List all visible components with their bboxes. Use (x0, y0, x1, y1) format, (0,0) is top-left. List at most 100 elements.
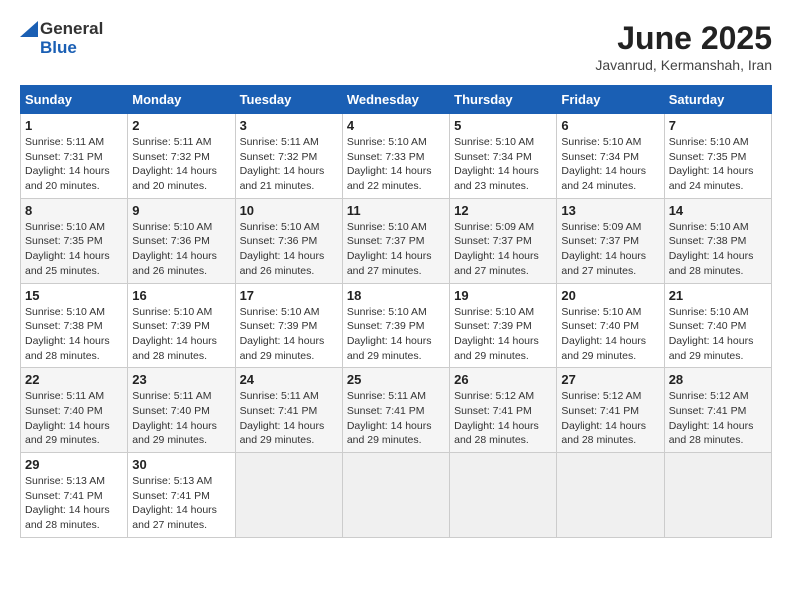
weekday-header-friday: Friday (557, 86, 664, 114)
calendar-day-cell: 2 Sunrise: 5:11 AM Sunset: 7:32 PM Dayli… (128, 114, 235, 199)
sunset-text: Sunset: 7:38 PM (669, 235, 747, 247)
empty-cell (450, 453, 557, 538)
sunset-text: Sunset: 7:39 PM (132, 320, 210, 332)
daylight-text: Daylight: 14 hours and 29 minutes. (347, 335, 432, 362)
page-header: General Blue June 2025 Javanrud, Kermans… (20, 20, 772, 73)
daylight-text: Daylight: 14 hours and 28 minutes. (561, 420, 646, 447)
day-number: 17 (240, 288, 338, 303)
sunrise-text: Sunrise: 5:10 AM (240, 306, 320, 318)
day-number: 25 (347, 372, 445, 387)
weekday-header-thursday: Thursday (450, 86, 557, 114)
calendar-day-cell: 21 Sunrise: 5:10 AM Sunset: 7:40 PM Dayl… (664, 283, 771, 368)
location-subtitle: Javanrud, Kermanshah, Iran (595, 57, 772, 73)
day-number: 4 (347, 118, 445, 133)
sunrise-text: Sunrise: 5:12 AM (561, 390, 641, 402)
calendar-day-cell: 4 Sunrise: 5:10 AM Sunset: 7:33 PM Dayli… (342, 114, 449, 199)
sunrise-text: Sunrise: 5:10 AM (25, 221, 105, 233)
sunrise-text: Sunrise: 5:10 AM (669, 136, 749, 148)
day-number: 15 (25, 288, 123, 303)
sunset-text: Sunset: 7:33 PM (347, 151, 425, 163)
sunrise-text: Sunrise: 5:10 AM (669, 221, 749, 233)
day-info: Sunrise: 5:10 AM Sunset: 7:33 PM Dayligh… (347, 135, 445, 194)
calendar-day-cell: 22 Sunrise: 5:11 AM Sunset: 7:40 PM Dayl… (21, 368, 128, 453)
daylight-text: Daylight: 14 hours and 29 minutes. (669, 335, 754, 362)
calendar-day-cell: 23 Sunrise: 5:11 AM Sunset: 7:40 PM Dayl… (128, 368, 235, 453)
sunrise-text: Sunrise: 5:09 AM (454, 221, 534, 233)
daylight-text: Daylight: 14 hours and 25 minutes. (25, 250, 110, 277)
sunrise-text: Sunrise: 5:12 AM (454, 390, 534, 402)
sunrise-text: Sunrise: 5:12 AM (669, 390, 749, 402)
day-info: Sunrise: 5:10 AM Sunset: 7:38 PM Dayligh… (25, 305, 123, 364)
day-number: 29 (25, 457, 123, 472)
weekday-header-sunday: Sunday (21, 86, 128, 114)
day-number: 16 (132, 288, 230, 303)
daylight-text: Daylight: 14 hours and 20 minutes. (132, 165, 217, 192)
day-number: 14 (669, 203, 767, 218)
day-number: 19 (454, 288, 552, 303)
day-info: Sunrise: 5:12 AM Sunset: 7:41 PM Dayligh… (669, 389, 767, 448)
daylight-text: Daylight: 14 hours and 24 minutes. (561, 165, 646, 192)
daylight-text: Daylight: 14 hours and 29 minutes. (132, 420, 217, 447)
calendar-week-row: 22 Sunrise: 5:11 AM Sunset: 7:40 PM Dayl… (21, 368, 772, 453)
calendar-day-cell: 1 Sunrise: 5:11 AM Sunset: 7:31 PM Dayli… (21, 114, 128, 199)
sunset-text: Sunset: 7:41 PM (132, 490, 210, 502)
logo-wrap: General Blue (20, 20, 103, 57)
sunset-text: Sunset: 7:41 PM (561, 405, 639, 417)
day-info: Sunrise: 5:10 AM Sunset: 7:36 PM Dayligh… (132, 220, 230, 279)
sunset-text: Sunset: 7:32 PM (132, 151, 210, 163)
calendar-day-cell: 30 Sunrise: 5:13 AM Sunset: 7:41 PM Dayl… (128, 453, 235, 538)
sunrise-text: Sunrise: 5:10 AM (25, 306, 105, 318)
sunrise-text: Sunrise: 5:11 AM (132, 136, 211, 148)
sunset-text: Sunset: 7:41 PM (240, 405, 318, 417)
empty-cell (557, 453, 664, 538)
empty-cell (342, 453, 449, 538)
month-year-title: June 2025 (595, 20, 772, 57)
empty-cell (235, 453, 342, 538)
calendar-day-cell: 29 Sunrise: 5:13 AM Sunset: 7:41 PM Dayl… (21, 453, 128, 538)
weekday-header-wednesday: Wednesday (342, 86, 449, 114)
sunrise-text: Sunrise: 5:10 AM (454, 306, 534, 318)
logo-blue-text: Blue (40, 39, 103, 58)
daylight-text: Daylight: 14 hours and 26 minutes. (240, 250, 325, 277)
day-number: 10 (240, 203, 338, 218)
sunrise-text: Sunrise: 5:10 AM (240, 221, 320, 233)
day-info: Sunrise: 5:13 AM Sunset: 7:41 PM Dayligh… (25, 474, 123, 533)
sunrise-text: Sunrise: 5:11 AM (240, 390, 319, 402)
day-info: Sunrise: 5:11 AM Sunset: 7:41 PM Dayligh… (347, 389, 445, 448)
calendar-day-cell: 11 Sunrise: 5:10 AM Sunset: 7:37 PM Dayl… (342, 198, 449, 283)
daylight-text: Daylight: 14 hours and 27 minutes. (454, 250, 539, 277)
sunset-text: Sunset: 7:31 PM (25, 151, 103, 163)
day-number: 6 (561, 118, 659, 133)
sunrise-text: Sunrise: 5:10 AM (454, 136, 534, 148)
daylight-text: Daylight: 14 hours and 28 minutes. (454, 420, 539, 447)
day-number: 20 (561, 288, 659, 303)
sunset-text: Sunset: 7:37 PM (561, 235, 639, 247)
day-info: Sunrise: 5:10 AM Sunset: 7:38 PM Dayligh… (669, 220, 767, 279)
day-info: Sunrise: 5:10 AM Sunset: 7:39 PM Dayligh… (240, 305, 338, 364)
calendar-header-row: SundayMondayTuesdayWednesdayThursdayFrid… (21, 86, 772, 114)
sunset-text: Sunset: 7:39 PM (347, 320, 425, 332)
day-info: Sunrise: 5:12 AM Sunset: 7:41 PM Dayligh… (454, 389, 552, 448)
day-info: Sunrise: 5:11 AM Sunset: 7:40 PM Dayligh… (132, 389, 230, 448)
calendar-day-cell: 10 Sunrise: 5:10 AM Sunset: 7:36 PM Dayl… (235, 198, 342, 283)
calendar-day-cell: 9 Sunrise: 5:10 AM Sunset: 7:36 PM Dayli… (128, 198, 235, 283)
day-info: Sunrise: 5:11 AM Sunset: 7:41 PM Dayligh… (240, 389, 338, 448)
day-info: Sunrise: 5:10 AM Sunset: 7:40 PM Dayligh… (561, 305, 659, 364)
sunrise-text: Sunrise: 5:13 AM (132, 475, 212, 487)
sunset-text: Sunset: 7:34 PM (561, 151, 639, 163)
logo-general-text: General (40, 20, 103, 39)
daylight-text: Daylight: 14 hours and 24 minutes. (669, 165, 754, 192)
day-info: Sunrise: 5:10 AM Sunset: 7:37 PM Dayligh… (347, 220, 445, 279)
calendar-day-cell: 3 Sunrise: 5:11 AM Sunset: 7:32 PM Dayli… (235, 114, 342, 199)
sunrise-text: Sunrise: 5:11 AM (132, 390, 211, 402)
sunset-text: Sunset: 7:35 PM (669, 151, 747, 163)
calendar-week-row: 8 Sunrise: 5:10 AM Sunset: 7:35 PM Dayli… (21, 198, 772, 283)
daylight-text: Daylight: 14 hours and 28 minutes. (132, 335, 217, 362)
day-info: Sunrise: 5:10 AM Sunset: 7:35 PM Dayligh… (669, 135, 767, 194)
calendar-day-cell: 27 Sunrise: 5:12 AM Sunset: 7:41 PM Dayl… (557, 368, 664, 453)
sunset-text: Sunset: 7:39 PM (240, 320, 318, 332)
calendar-day-cell: 7 Sunrise: 5:10 AM Sunset: 7:35 PM Dayli… (664, 114, 771, 199)
day-info: Sunrise: 5:10 AM Sunset: 7:34 PM Dayligh… (454, 135, 552, 194)
calendar-table: SundayMondayTuesdayWednesdayThursdayFrid… (20, 85, 772, 538)
sunrise-text: Sunrise: 5:10 AM (669, 306, 749, 318)
